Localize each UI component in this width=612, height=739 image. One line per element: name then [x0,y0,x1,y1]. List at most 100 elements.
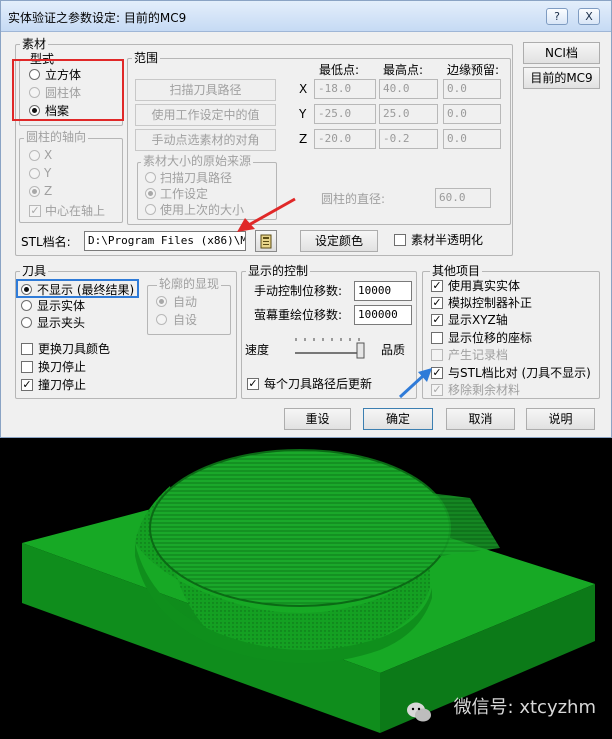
help-title-button[interactable]: ? [546,8,568,25]
update-each-toolpath-label: 每个刀具路径后更新 [264,377,373,391]
simulate-control-comp-checkbox[interactable]: ✓ [431,297,443,309]
window-title: 实体验证之参数设定: 目前的MC9 [8,11,187,25]
simulation-viewport: 微信号: xtcyzhm [0,438,612,739]
range-y-margin-input[interactable]: 0.0 [443,104,501,124]
range-z-min-input[interactable]: -20.0 [314,129,376,149]
use-true-solid-checkbox[interactable]: ✓ [431,280,443,292]
reset-button[interactable]: 重设 [284,408,351,430]
tool-hide-highlight-box [16,279,139,298]
close-title-button[interactable]: X [578,8,600,25]
diameter-label: 圆柱的直径: [321,192,386,206]
source-last-radio[interactable] [145,204,156,215]
manual-steps-label: 手动控制位移数: [254,284,343,298]
speed-quality-slider[interactable] [293,335,367,359]
profile-auto-radio[interactable] [156,296,167,307]
col-header-max: 最高点: [383,63,424,77]
scan-toolpath-button[interactable]: 扫描刀具路径 [135,79,276,101]
show-xyz-axis-label: 显示XYZ轴 [448,313,508,327]
dialog-window: 实体验证之参数设定: 目前的MC9 ? X NCI档 目前的MC9 素材 型式 … [0,0,612,438]
axis-z-label: Z [44,184,53,198]
center-on-axis-label: 中心在轴上 [45,204,106,218]
axis-x-label: X [44,148,53,162]
stock-group-label: 素材 [20,37,49,51]
show-step-coords-label: 显示位移的座标 [448,331,533,345]
show-step-coords-checkbox[interactable] [431,332,443,344]
diameter-input[interactable]: 60.0 [435,188,491,208]
axis-y-radio[interactable] [29,168,40,179]
col-header-min: 最低点: [319,63,360,77]
use-job-setup-button[interactable]: 使用工作设定中的值 [135,104,276,126]
stop-on-collision-label: 撞刀停止 [38,378,87,392]
translucent-checkbox[interactable] [394,234,406,246]
cancel-button[interactable]: 取消 [446,408,515,430]
profile-custom-radio[interactable] [156,314,167,325]
simulate-control-comp-label: 模拟控制器补正 [448,296,533,310]
axis-x-radio[interactable] [29,150,40,161]
profile-group-label: 轮廓的显现 [157,277,222,291]
stop-on-tool-change-checkbox[interactable] [21,361,33,373]
update-each-toolpath-checkbox[interactable]: ✓ [247,378,259,390]
stl-path-input[interactable]: D:\Program Files (x86)\Mca [84,231,246,251]
range-x-margin-input[interactable]: 0.0 [443,79,501,99]
blue-arrow-icon [398,368,432,399]
col-header-margin: 边缘预留: [447,63,500,77]
range-x-min-input[interactable]: -18.0 [314,79,376,99]
source-scan-label: 扫描刀具路径 [160,171,233,185]
tool-solid-label: 显示实体 [37,299,86,313]
range-group-label: 范围 [132,51,161,65]
size-source-label: 素材大小的原始来源 [141,154,254,168]
translucent-label: 素材半透明化 [411,233,484,247]
red-arrow-icon [237,197,296,232]
speed-label: 速度 [245,343,270,357]
create-log-label: 产生记录档 [448,348,509,362]
tool-holder-label: 显示夹头 [37,316,86,330]
range-z-max-input[interactable]: -0.2 [379,129,438,149]
shape-highlight-box [12,59,124,121]
profile-auto-label: 自动 [173,295,198,309]
stop-on-tool-change-label: 换刀停止 [38,360,87,374]
pick-corners-button[interactable]: 手动点选素材的对角 [135,129,276,151]
tool-holder-radio[interactable] [21,317,32,328]
source-scan-radio[interactable] [145,172,156,183]
manual-steps-input[interactable]: 10000 [354,281,412,301]
axis-y-label: Y [44,166,52,180]
axis-z-radio[interactable] [29,186,40,197]
slider-track-icon [295,338,365,359]
center-on-axis-checkbox[interactable]: ✓ [29,205,41,217]
stl-file-label: STL档名: [21,235,71,249]
set-color-button[interactable]: 设定颜色 [300,230,378,252]
tool-group-label: 刀具 [20,264,49,278]
source-job-label: 工作设定 [160,187,209,201]
cylinder-axis-label: 圆柱的轴向 [24,130,89,144]
show-xyz-axis-checkbox[interactable]: ✓ [431,314,443,326]
redraw-steps-input[interactable]: 100000 [354,305,412,325]
change-tool-color-label: 更换刀具颜色 [38,342,111,356]
wechat-icon [407,702,431,722]
tool-solid-radio[interactable] [21,300,32,311]
range-y-max-input[interactable]: 25.0 [379,104,438,124]
nci-file-button[interactable]: NCI档 [523,42,600,64]
current-mc9-button[interactable]: 目前的MC9 [523,67,600,89]
range-z-margin-input[interactable]: 0.0 [443,129,501,149]
help-button[interactable]: 说明 [526,408,595,430]
remove-remaining-label: 移除剩余材料 [448,383,521,397]
range-row-axis-x: X [299,82,308,96]
profile-custom-label: 自设 [173,313,198,327]
use-true-solid-label: 使用真实实体 [448,279,521,293]
source-job-radio[interactable] [145,188,156,199]
redraw-steps-label: 萤幕重绘位移数: [254,308,343,322]
profile-group [147,285,231,335]
watermark-text: 微信号: xtcyzhm [453,697,596,718]
range-x-max-input[interactable]: 40.0 [379,79,438,99]
stop-on-collision-checkbox[interactable]: ✓ [21,379,33,391]
title-bar[interactable]: 实体验证之参数设定: 目前的MC9 ? X [1,1,611,32]
range-row-axis-z: Z [299,132,308,146]
quality-label: 品质 [381,343,406,357]
range-row-axis-y: Y [299,107,307,121]
change-tool-color-checkbox[interactable] [21,343,33,355]
ok-button[interactable]: 确定 [363,408,433,430]
create-log-checkbox[interactable] [431,349,443,361]
compare-stl-label: 与STL档比对 (刀具不显示) [448,366,591,380]
range-y-min-input[interactable]: -25.0 [314,104,376,124]
other-items-label: 其他项目 [430,264,483,278]
